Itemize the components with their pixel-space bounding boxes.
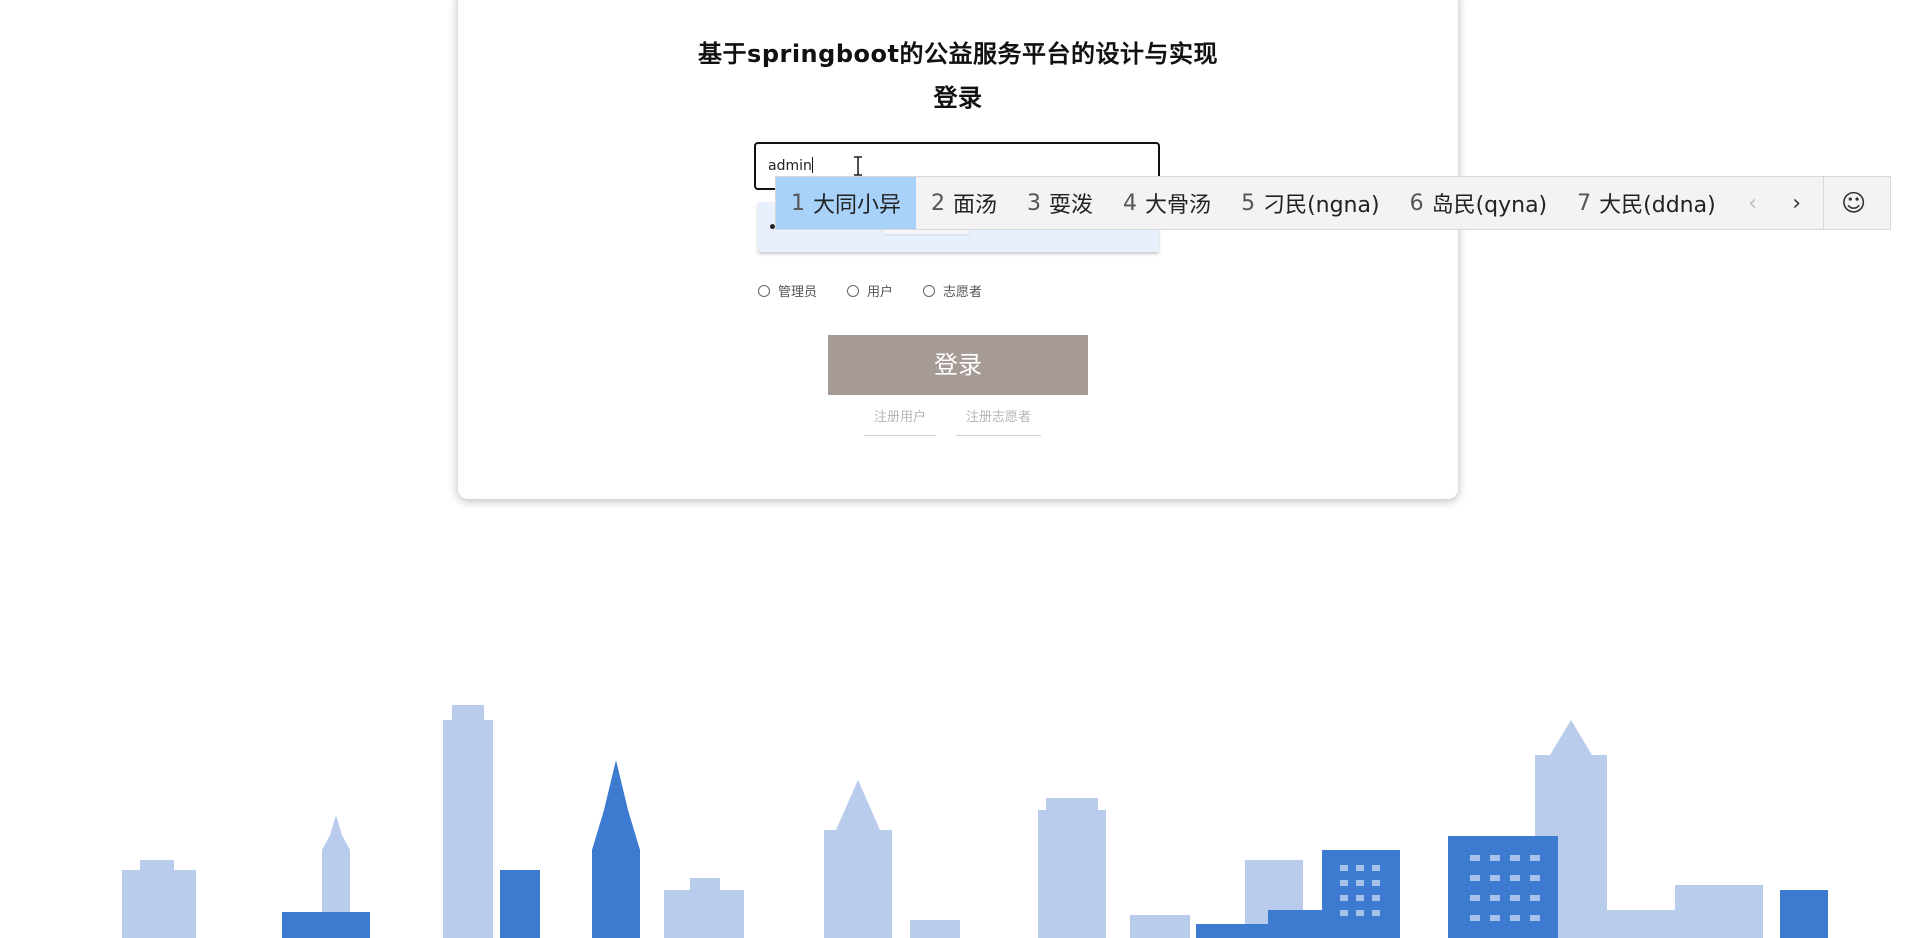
role-option-volunteer[interactable]: 志愿者 — [923, 281, 982, 300]
register-volunteer-link[interactable]: 注册志愿者 — [956, 406, 1042, 436]
register-links: 注册用户 注册志愿者 — [864, 406, 1042, 436]
role-option-admin[interactable]: 管理员 — [758, 281, 817, 300]
ime-candidate[interactable]: 3 耍泼 — [1012, 177, 1108, 229]
text-cursor-icon — [854, 156, 862, 176]
login-card: 基于springboot的公益服务平台的设计与实现 登录 admin ••• 管… — [458, 0, 1458, 499]
login-heading: 登录 — [933, 84, 983, 112]
register-user-link[interactable]: 注册用户 — [864, 406, 937, 436]
role-label: 志愿者 — [943, 285, 983, 300]
role-label: 管理员 — [778, 285, 818, 300]
chevron-left-icon[interactable]: ‹ — [1731, 177, 1775, 229]
role-radio-group: 管理员 用户 志愿者 — [758, 281, 982, 300]
ime-candidate[interactable]: 7 大民(ddna) — [1562, 177, 1731, 229]
ime-candidate[interactable]: 2 面汤 — [916, 177, 1012, 229]
ime-candidate[interactable]: 6 岛民(qyna) — [1395, 177, 1563, 229]
login-page: 基于springboot的公益服务平台的设计与实现 登录 admin ••• 管… — [0, 0, 1916, 938]
login-button[interactable]: 登录 — [828, 335, 1088, 395]
city-skyline-illustration — [122, 705, 1828, 938]
emoji-icon[interactable]: ☺ — [1822, 177, 1884, 229]
chevron-right-icon[interactable]: › — [1775, 177, 1819, 229]
ime-candidate[interactable]: 1 大同小异 — [776, 177, 917, 229]
ime-candidate[interactable]: 4 大骨汤 — [1108, 177, 1226, 229]
ime-candidate[interactable]: 5 刁民(ngna) — [1226, 177, 1395, 229]
text-caret — [811, 157, 813, 173]
radio-icon[interactable] — [758, 284, 770, 297]
radio-icon[interactable] — [923, 284, 936, 297]
radio-icon[interactable] — [847, 284, 860, 297]
role-option-user[interactable]: 用户 — [847, 281, 893, 300]
ime-candidate-bar: 1 大同小异 2 面汤 3 耍泼 4 大骨汤 5 刁民(ngna) 6 岛民(q… — [775, 176, 1891, 230]
page-title: 基于springboot的公益服务平台的设计与实现 — [698, 40, 1218, 68]
username-value: admin — [768, 158, 812, 174]
role-label: 用户 — [867, 285, 894, 300]
